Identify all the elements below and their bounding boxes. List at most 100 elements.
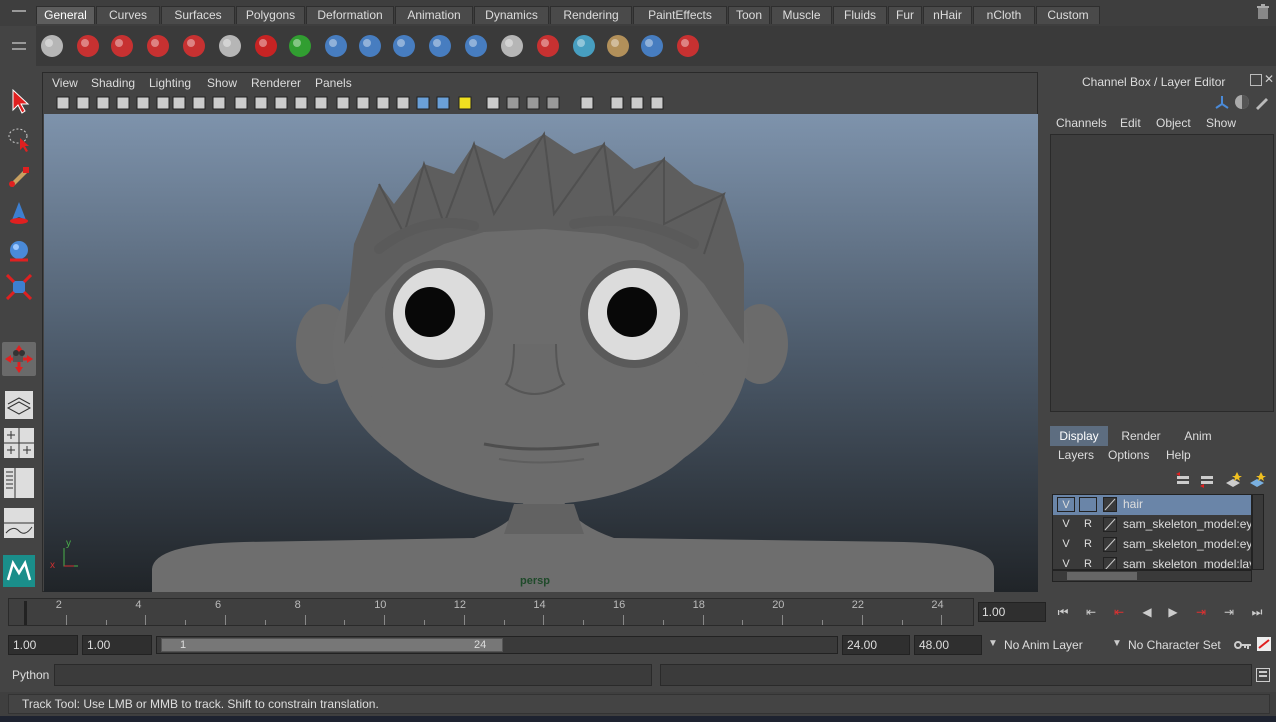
skin-icon[interactable] xyxy=(424,29,456,63)
single-perspective-layout-icon[interactable] xyxy=(2,388,36,422)
layer-row[interactable]: Vhair xyxy=(1053,495,1251,515)
ik-icon[interactable] xyxy=(388,29,420,63)
connect-icon[interactable] xyxy=(460,29,492,63)
auto-key-icon[interactable] xyxy=(1234,638,1252,652)
menu-edit[interactable]: Edit xyxy=(1120,116,1141,130)
shelf-tab-fluids[interactable]: Fluids xyxy=(833,6,887,24)
viewport-tool-12-icon[interactable] xyxy=(273,95,289,111)
tab-render[interactable]: Render xyxy=(1112,426,1170,446)
layer-row[interactable]: V Rsam_skeleton_model:eye xyxy=(1053,535,1251,555)
menu-layers[interactable]: Layers xyxy=(1058,448,1094,462)
layer-display-type-toggle[interactable]: R xyxy=(1079,517,1097,532)
graph-persp-layout-icon[interactable] xyxy=(2,506,36,540)
track-tool-icon[interactable] xyxy=(2,342,36,376)
move-tool-icon[interactable] xyxy=(2,196,36,230)
layer-color-swatch[interactable] xyxy=(1103,497,1117,512)
tab-anim[interactable]: Anim xyxy=(1172,426,1224,446)
viewport-tool-1-icon[interactable] xyxy=(55,95,71,111)
step-forward-key-icon[interactable]: ⇥ xyxy=(1190,604,1212,620)
lattice-icon[interactable] xyxy=(636,29,668,63)
hypershade-icon[interactable] xyxy=(214,29,246,63)
viewport-tool-7-icon[interactable] xyxy=(171,95,187,111)
joint-icon[interactable] xyxy=(354,29,386,63)
shelf-tab-deformation[interactable]: Deformation xyxy=(306,6,394,24)
animation-prefs-icon[interactable] xyxy=(1256,636,1272,652)
shelf-tab-curves[interactable]: Curves xyxy=(96,6,160,24)
channel-pen-icon[interactable] xyxy=(1254,94,1270,110)
cube-icon[interactable] xyxy=(568,29,600,63)
shelf-tab-polygons[interactable]: Polygons xyxy=(236,6,305,24)
shelf-tab-nhair[interactable]: nHair xyxy=(923,6,972,24)
command-input[interactable] xyxy=(54,664,652,686)
new-layer-selected-icon[interactable] xyxy=(1248,472,1266,488)
layer-name[interactable]: sam_skeleton_model:lay xyxy=(1123,555,1251,569)
layer-visibility-toggle[interactable]: V xyxy=(1057,497,1075,512)
shelf-tab-ncloth[interactable]: nCloth xyxy=(973,6,1035,24)
layer-color-swatch[interactable] xyxy=(1103,537,1117,552)
viewport-tool-2-icon[interactable] xyxy=(75,95,91,111)
viewport-tool-16-icon[interactable] xyxy=(355,95,371,111)
four-view-layout-icon[interactable] xyxy=(2,426,36,460)
viewport-tool-22-icon[interactable] xyxy=(485,95,501,111)
menu-channels[interactable]: Channels xyxy=(1056,116,1107,130)
float-panel-icon[interactable] xyxy=(1250,74,1262,86)
layer-color-swatch[interactable] xyxy=(1103,517,1117,532)
command-language-label[interactable]: Python xyxy=(12,668,49,682)
help-icon[interactable] xyxy=(72,29,104,63)
layer-hscrollbar[interactable] xyxy=(1052,570,1252,582)
shelf-tab-dynamics[interactable]: Dynamics xyxy=(474,6,549,24)
shelf-grip-icon[interactable] xyxy=(10,2,30,64)
viewport-tool-18-icon[interactable] xyxy=(395,95,411,111)
layer-visibility-toggle[interactable]: V xyxy=(1057,557,1075,569)
range-slider-thumb[interactable]: 1 24 xyxy=(161,638,503,652)
playback-end-field[interactable]: 24.00 xyxy=(842,635,910,655)
play-backwards-icon[interactable]: ◀ xyxy=(1136,604,1158,620)
step-back-key-icon[interactable]: ⇤ xyxy=(1108,604,1130,620)
menu-show[interactable]: Show xyxy=(207,76,237,90)
new-layer-icon[interactable] xyxy=(1224,472,1242,488)
layer-display-type-toggle[interactable]: R xyxy=(1079,537,1097,552)
layer-scrollbar[interactable] xyxy=(1252,494,1264,570)
anim-layer-select[interactable]: No Anim Layer xyxy=(1004,638,1110,652)
viewport-tool-17-icon[interactable] xyxy=(375,95,391,111)
paint-select-tool-icon[interactable] xyxy=(2,160,36,194)
channel-list[interactable] xyxy=(1050,134,1274,412)
redo-arrow-icon[interactable] xyxy=(284,29,316,63)
shelf-tab-painteffects[interactable]: PaintEffects xyxy=(633,6,727,24)
character-set-dropdown-icon[interactable]: ▼ xyxy=(1112,638,1122,649)
script-editor-icon[interactable] xyxy=(1256,668,1270,682)
render-icon[interactable] xyxy=(106,29,138,63)
menu-shading[interactable]: Shading xyxy=(91,76,135,90)
shelf-tab-fur[interactable]: Fur xyxy=(888,6,922,24)
move-layer-down-icon[interactable] xyxy=(1198,472,1216,488)
axis-icon[interactable] xyxy=(672,29,704,63)
viewport-tool-15-icon[interactable] xyxy=(335,95,351,111)
layer-color-swatch[interactable] xyxy=(1103,557,1117,569)
viewport-tool-9-icon[interactable] xyxy=(211,95,227,111)
viewport-tool-19-icon[interactable] xyxy=(415,95,431,111)
layer-display-type-toggle[interactable]: R xyxy=(1079,557,1097,569)
paint-icon[interactable] xyxy=(602,29,634,63)
viewport-tool-23-icon[interactable] xyxy=(505,95,521,111)
range-slider-track[interactable]: 1 24 xyxy=(156,636,838,654)
layer-visibility-toggle[interactable]: V xyxy=(1057,517,1075,532)
scale-tool-icon[interactable] xyxy=(2,270,36,304)
rotate-tool-icon[interactable] xyxy=(2,234,36,268)
viewport-tool-25-icon[interactable] xyxy=(545,95,561,111)
deform-icon[interactable] xyxy=(532,29,564,63)
playback-start-field[interactable]: 1.00 xyxy=(82,635,152,655)
outliner-icon[interactable] xyxy=(496,29,528,63)
shelf-tab-custom[interactable]: Custom xyxy=(1036,6,1100,24)
shelf-tab-animation[interactable]: Animation xyxy=(395,6,473,24)
viewport-tool-6-icon[interactable] xyxy=(155,95,171,111)
menu-renderer[interactable]: Renderer xyxy=(251,76,301,90)
viewport-tool-29-icon[interactable] xyxy=(649,95,665,111)
animation-start-field[interactable]: 1.00 xyxy=(8,635,78,655)
viewport-tool-24-icon[interactable] xyxy=(525,95,541,111)
step-back-frame-icon[interactable]: ⇤ xyxy=(1080,604,1102,620)
viewport-tool-5-icon[interactable] xyxy=(135,95,151,111)
menu-panels[interactable]: Panels xyxy=(315,76,352,90)
shelf-tab-rendering[interactable]: Rendering xyxy=(550,6,632,24)
animation-end-field[interactable]: 48.00 xyxy=(914,635,982,655)
viewport-tool-13-icon[interactable] xyxy=(293,95,309,111)
